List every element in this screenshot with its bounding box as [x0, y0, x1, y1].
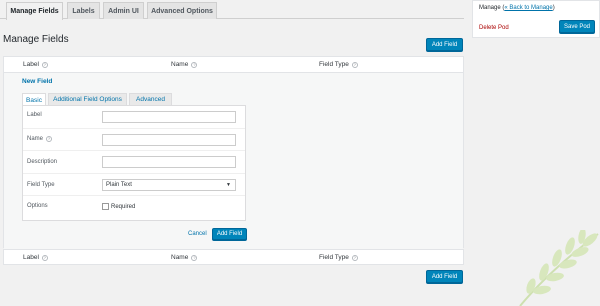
- help-icon[interactable]: ?: [351, 254, 358, 261]
- form-row-options: Options Required: [23, 196, 245, 220]
- label-field-label: Label: [27, 112, 42, 118]
- field-type-select[interactable]: Plain Text ▼: [102, 179, 236, 191]
- options-field-label: Options: [27, 203, 48, 209]
- save-pod-button[interactable]: Save Pod: [559, 20, 595, 33]
- tab-advanced-options[interactable]: Advanced Options: [147, 2, 217, 19]
- field-form: Label Name ? Description Field Type Plai…: [22, 105, 246, 221]
- subtab-advanced[interactable]: Advanced: [129, 93, 172, 105]
- form-row-name: Name ?: [23, 129, 245, 151]
- name-field-label: Name ?: [27, 136, 53, 142]
- top-tabs: Manage Fields Labels Admin UI Advanced O…: [0, 0, 464, 20]
- help-icon[interactable]: ?: [351, 61, 358, 68]
- table-footer: Label ? Name ? Field Type ?: [3, 249, 464, 265]
- column-field-type-footer: Field Type ?: [319, 254, 358, 261]
- tab-admin-ui[interactable]: Admin UI: [103, 2, 144, 19]
- description-input[interactable]: [102, 156, 236, 168]
- delete-pod-link[interactable]: Delete Pod: [479, 25, 509, 31]
- subtab-additional-field-options[interactable]: Additional Field Options: [48, 93, 127, 105]
- column-name-text: Name: [171, 61, 189, 68]
- column-label-text: Label: [23, 254, 39, 261]
- field-type-field-label: Field Type: [27, 182, 55, 188]
- tab-manage-fields[interactable]: Manage Fields: [6, 2, 63, 20]
- required-checkbox-group: Required: [102, 203, 135, 210]
- column-label-text: Label: [23, 61, 39, 68]
- column-field-type-header: Field Type ?: [319, 61, 358, 68]
- column-field-type-text: Field Type: [319, 61, 349, 68]
- column-label-footer: Label ?: [23, 254, 48, 261]
- leaf-decoration-icon: [519, 230, 599, 306]
- form-row-description: Description: [23, 151, 245, 174]
- publish-box: Manage (« Back to Manage) Delete Pod Sav…: [472, 0, 600, 38]
- manage-heading: Manage (« Back to Manage): [479, 5, 555, 11]
- back-to-manage-link[interactable]: « Back to Manage: [504, 5, 552, 11]
- help-icon[interactable]: ?: [191, 254, 198, 261]
- new-field-title[interactable]: New Field: [22, 78, 52, 85]
- dropdown-arrow-icon: ▼: [226, 182, 231, 188]
- required-label: Required: [111, 203, 136, 210]
- help-icon[interactable]: ?: [191, 61, 198, 68]
- help-icon[interactable]: ?: [41, 254, 48, 261]
- column-name-text: Name: [171, 254, 189, 261]
- name-label-text: Name: [27, 136, 44, 142]
- name-input[interactable]: [102, 134, 236, 146]
- column-name-header: Name ?: [171, 61, 198, 68]
- column-name-footer: Name ?: [171, 254, 198, 261]
- field-type-value: Plain Text: [106, 182, 132, 188]
- required-checkbox[interactable]: [102, 203, 109, 210]
- description-field-label: Description: [27, 159, 58, 165]
- column-label-header: Label ?: [23, 61, 48, 68]
- add-field-button-inline[interactable]: Add Field: [212, 228, 247, 240]
- manage-label: Manage: [479, 5, 501, 11]
- add-field-button-bottom[interactable]: Add Field: [426, 270, 463, 283]
- label-input[interactable]: [102, 111, 236, 123]
- tab-labels[interactable]: Labels: [67, 2, 100, 19]
- form-row-field-type: Field Type Plain Text ▼: [23, 174, 245, 196]
- help-icon[interactable]: ?: [46, 136, 53, 142]
- table-header: Label ? Name ? Field Type ?: [4, 57, 463, 73]
- add-field-button-top[interactable]: Add Field: [426, 38, 463, 51]
- column-field-type-text: Field Type: [319, 254, 349, 261]
- page-title: Manage Fields: [3, 34, 69, 45]
- form-row-label: Label: [23, 106, 245, 129]
- help-icon[interactable]: ?: [41, 61, 48, 68]
- cancel-link[interactable]: Cancel: [188, 231, 207, 237]
